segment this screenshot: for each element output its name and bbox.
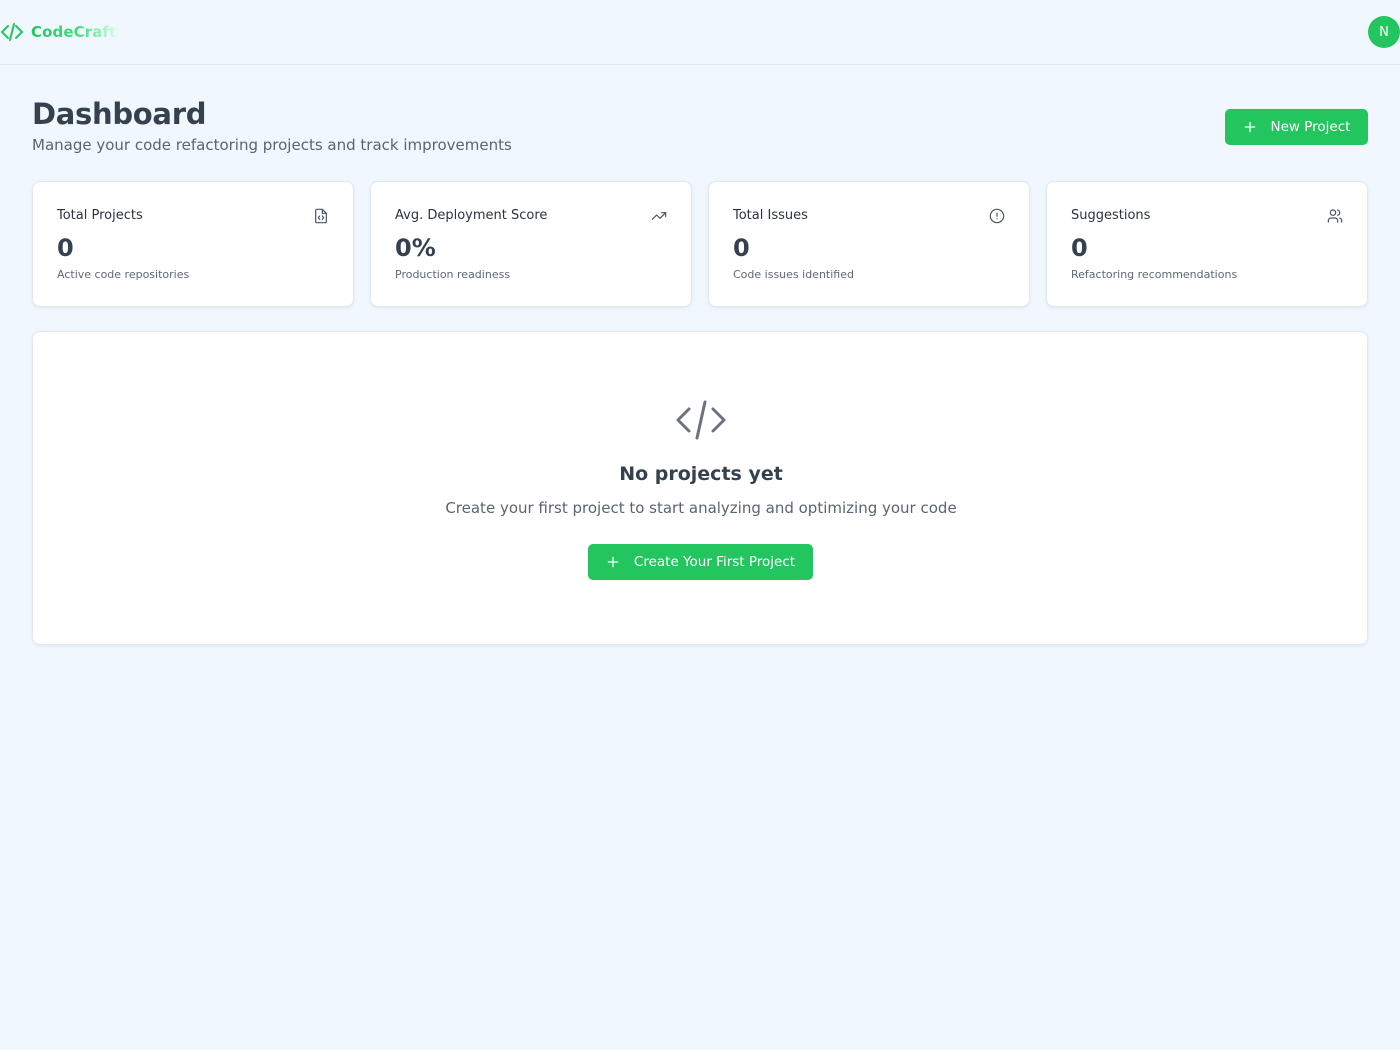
new-project-label: New Project [1270, 119, 1351, 135]
brand-logo[interactable]: CodeCraft [0, 20, 116, 44]
code-icon [1, 23, 23, 41]
stat-value: 0 [733, 234, 750, 262]
code-icon [675, 398, 727, 442]
create-first-project-button[interactable]: Create Your First Project [588, 544, 813, 580]
stat-value: 0% [395, 234, 436, 262]
page-subtitle: Manage your code refactoring projects an… [32, 136, 512, 154]
new-project-button[interactable]: New Project [1225, 109, 1368, 145]
stat-label: Avg. Deployment Score [395, 208, 548, 223]
stat-value: 0 [57, 234, 74, 262]
brand-name: CodeCraft [31, 23, 117, 41]
empty-state-title: No projects yet [619, 463, 783, 485]
trending-up-icon [651, 208, 667, 224]
stat-label: Suggestions [1071, 208, 1151, 223]
alert-circle-icon [989, 208, 1005, 224]
stat-card-total-projects: Total Projects 0 Active code repositorie… [32, 181, 354, 307]
stat-card-deployment-score: Avg. Deployment Score 0% Production read… [370, 181, 692, 307]
stat-card-total-issues: Total Issues 0 Code issues identified [708, 181, 1030, 307]
plus-icon [1244, 121, 1255, 133]
stat-card-suggestions: Suggestions 0 Refactoring recommendation… [1046, 181, 1368, 307]
empty-state-card: No projects yet Create your first projec… [32, 331, 1368, 645]
stat-description: Code issues identified [733, 268, 854, 281]
stat-label: Total Projects [57, 208, 143, 223]
file-code-icon [313, 208, 329, 224]
user-avatar[interactable]: N [1368, 16, 1400, 48]
create-first-project-label: Create Your First Project [633, 554, 796, 570]
top-bar: CodeCraft N [0, 0, 1400, 65]
empty-state-subtitle: Create your first project to start analy… [445, 499, 957, 517]
stat-description: Active code repositories [57, 268, 190, 281]
stat-value: 0 [1071, 234, 1088, 262]
users-icon [1327, 208, 1343, 224]
page-title: Dashboard [32, 97, 207, 131]
stat-description: Refactoring recommendations [1071, 268, 1238, 281]
stat-label: Total Issues [733, 208, 808, 223]
stat-description: Production readiness [395, 268, 511, 281]
plus-icon [607, 556, 619, 568]
